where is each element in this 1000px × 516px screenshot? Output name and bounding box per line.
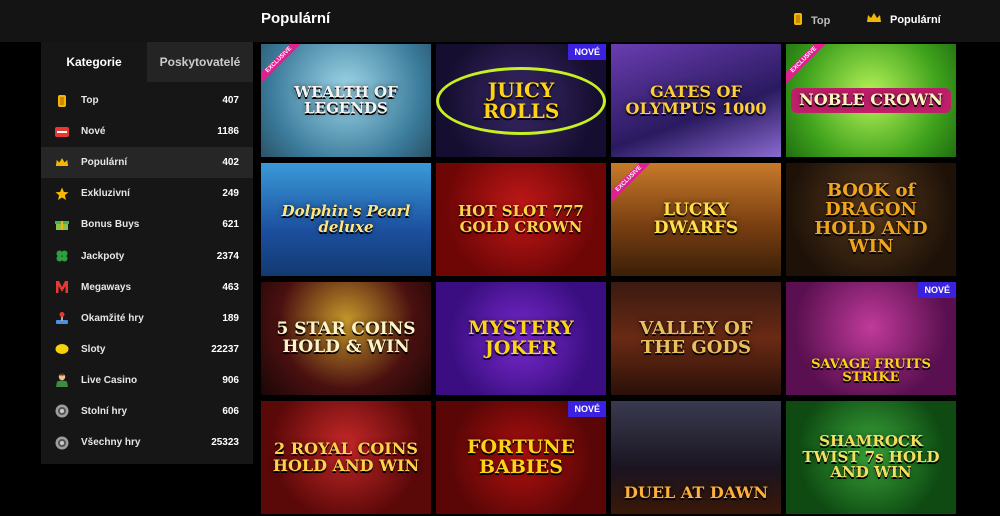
game-title: GATES OF OLYMPUS 1000: [625, 81, 767, 118]
game-tile[interactable]: SHAMROCK TWIST 7s HOLD AND WIN: [786, 401, 956, 514]
sidebar-item-label: Live Casino: [81, 374, 138, 386]
sidebar-item-label: Jackpoty: [81, 250, 125, 262]
sidebar-item-label: Top: [81, 95, 99, 107]
sidebar-item-label: Stolní hry: [81, 405, 128, 417]
dealer-icon: [55, 373, 69, 388]
game-title: WEALTH OF LEGENDS: [294, 82, 398, 117]
sidebar-item-bonus-buys[interactable]: Bonus Buys 621: [41, 209, 253, 240]
game-tile[interactable]: NOVÉ JUICY ROLLS: [436, 44, 606, 157]
game-tile[interactable]: NOVÉ FORTUNE BABIES: [436, 401, 606, 514]
game-title: SHAMROCK TWIST 7s HOLD AND WIN: [802, 431, 940, 482]
game-title: VALLEY OF THE GODS: [639, 317, 753, 358]
tab-popular-label: Populární: [890, 13, 941, 26]
sidebar-item-label: Exkluzivní: [81, 188, 130, 200]
new-icon: [55, 125, 69, 139]
sidebar-item-slots[interactable]: Sloty 22237: [41, 334, 253, 365]
game-tile[interactable]: DUEL AT DAWN: [611, 401, 781, 514]
sidebar-item-popular[interactable]: Populární 402: [41, 147, 253, 179]
sidebar-tabs: Kategorie Poskytovatelé: [41, 42, 253, 82]
megaways-icon: [55, 280, 69, 294]
top-bar: Populární Top Populární: [0, 0, 1000, 42]
game-title: BOOK of DRAGON HOLD AND WIN: [814, 179, 928, 258]
sidebar-item-count: 402: [222, 157, 239, 169]
new-badge: NOVÉ: [568, 401, 606, 417]
game-tile[interactable]: VALLEY OF THE GODS: [611, 282, 781, 395]
sidebar-item-count: 1186: [217, 126, 239, 138]
game-title: JUICY ROLLS: [436, 66, 606, 135]
exclusive-ribbon: EXCLUSIVE: [786, 44, 836, 92]
sidebar-item-label: Nové: [81, 126, 106, 138]
sidebar-item-table-games[interactable]: Stolní hry 606: [41, 396, 253, 427]
sidebar-item-count: 189: [222, 312, 239, 324]
game-title: HOT SLOT 777 GOLD CROWN: [458, 201, 584, 236]
star-icon: [55, 187, 69, 201]
sidebar-item-count: 2374: [216, 250, 239, 262]
sidebar-item-count: 606: [222, 405, 239, 417]
sidebar-item-megaways[interactable]: Megaways 463: [41, 272, 253, 303]
game-title: 5 STAR COINS HOLD & WIN: [276, 318, 416, 357]
game-title: NOBLE CROWN: [791, 88, 951, 113]
category-sidebar: Kategorie Poskytovatelé Top 407 Nové 118…: [41, 42, 253, 464]
gold-bar-icon: [55, 94, 69, 108]
sidebar-item-all-games[interactable]: Všechny hry 25323: [41, 427, 253, 458]
sidebar-item-top[interactable]: Top 407: [41, 85, 253, 116]
sidebar-item-label: Bonus Buys: [81, 219, 140, 231]
game-tile[interactable]: 2 ROYAL COINS HOLD AND WIN: [261, 401, 431, 514]
sidebar-item-count: 249: [222, 188, 239, 200]
game-tile[interactable]: MYSTERY JOKER: [436, 282, 606, 395]
sidebar-item-new[interactable]: Nové 1186: [41, 116, 253, 147]
game-tile[interactable]: BOOK of DRAGON HOLD AND WIN: [786, 163, 956, 276]
category-list: Top 407 Nové 1186 Populární 402 Exkluziv…: [41, 85, 253, 458]
sidebar-item-instant-games[interactable]: Okamžité hry 189: [41, 303, 253, 334]
game-tile[interactable]: 5 STAR COINS HOLD & WIN: [261, 282, 431, 395]
page-title: Populární: [261, 10, 331, 27]
sidebar-item-count: 25323: [211, 437, 239, 449]
gold-bar-icon: [793, 12, 803, 29]
game-title: Dolphin's Pearl deluxe: [281, 201, 411, 236]
game-tile[interactable]: NOVÉ SAVAGE FRUITS STRIKE: [786, 282, 956, 395]
sidebar-item-label: Okamžité hry: [81, 312, 144, 324]
sidebar-item-label: Populární: [81, 157, 128, 169]
game-tile[interactable]: EXCLUSIVE WEALTH OF LEGENDS: [261, 44, 431, 157]
game-title: DUEL AT DAWN: [624, 483, 768, 503]
tab-top[interactable]: Top: [793, 12, 830, 29]
game-title: 2 ROYAL COINS HOLD AND WIN: [272, 438, 420, 475]
tab-popular[interactable]: Populární: [866, 12, 941, 27]
sidebar-item-count: 407: [222, 95, 239, 107]
sidebar-item-exclusive[interactable]: Exkluzivní 249: [41, 178, 253, 209]
sidebar-item-label: Všechny hry: [81, 437, 141, 449]
game-tile[interactable]: Dolphin's Pearl deluxe: [261, 163, 431, 276]
game-grid: EXCLUSIVE WEALTH OF LEGENDS NOVÉ JUICY R…: [261, 44, 956, 514]
game-title: MYSTERY JOKER: [468, 316, 574, 359]
crown-icon: [55, 156, 69, 170]
new-badge: NOVÉ: [918, 282, 956, 298]
sidebar-item-label: Megaways: [81, 281, 132, 293]
bonus-icon: [55, 218, 69, 232]
game-tile[interactable]: HOT SLOT 777 GOLD CROWN: [436, 163, 606, 276]
joystick-icon: [55, 311, 69, 325]
tab-top-label: Top: [811, 14, 831, 27]
game-title: SAVAGE FRUITS STRIKE: [811, 356, 931, 386]
new-badge: NOVÉ: [568, 44, 606, 60]
chip-icon: [55, 436, 69, 450]
crown-icon: [866, 12, 882, 27]
sidebar-item-count: 463: [222, 281, 239, 293]
sidebar-item-live-casino[interactable]: Live Casino 906: [41, 365, 253, 396]
sidebar-item-label: Sloty: [81, 343, 106, 355]
game-title: FORTUNE BABIES: [466, 435, 576, 478]
sidebar-item-jackpots[interactable]: Jackpoty 2374: [41, 240, 253, 271]
sidebar-item-count: 621: [222, 219, 239, 231]
lemon-icon: [55, 342, 69, 356]
clover-icon: [55, 249, 69, 263]
tab-categories[interactable]: Kategorie: [41, 42, 147, 82]
chip-icon: [55, 404, 69, 418]
game-title: LUCKY DWARFS: [653, 199, 739, 238]
tab-providers[interactable]: Poskytovatelé: [147, 42, 253, 82]
sidebar-item-count: 906: [222, 374, 239, 386]
game-tile[interactable]: GATES OF OLYMPUS 1000: [611, 44, 781, 157]
sidebar-item-count: 22237: [211, 343, 239, 355]
game-tile[interactable]: EXCLUSIVE NOBLE CROWN: [786, 44, 956, 157]
game-tile[interactable]: EXCLUSIVE LUCKY DWARFS: [611, 163, 781, 276]
